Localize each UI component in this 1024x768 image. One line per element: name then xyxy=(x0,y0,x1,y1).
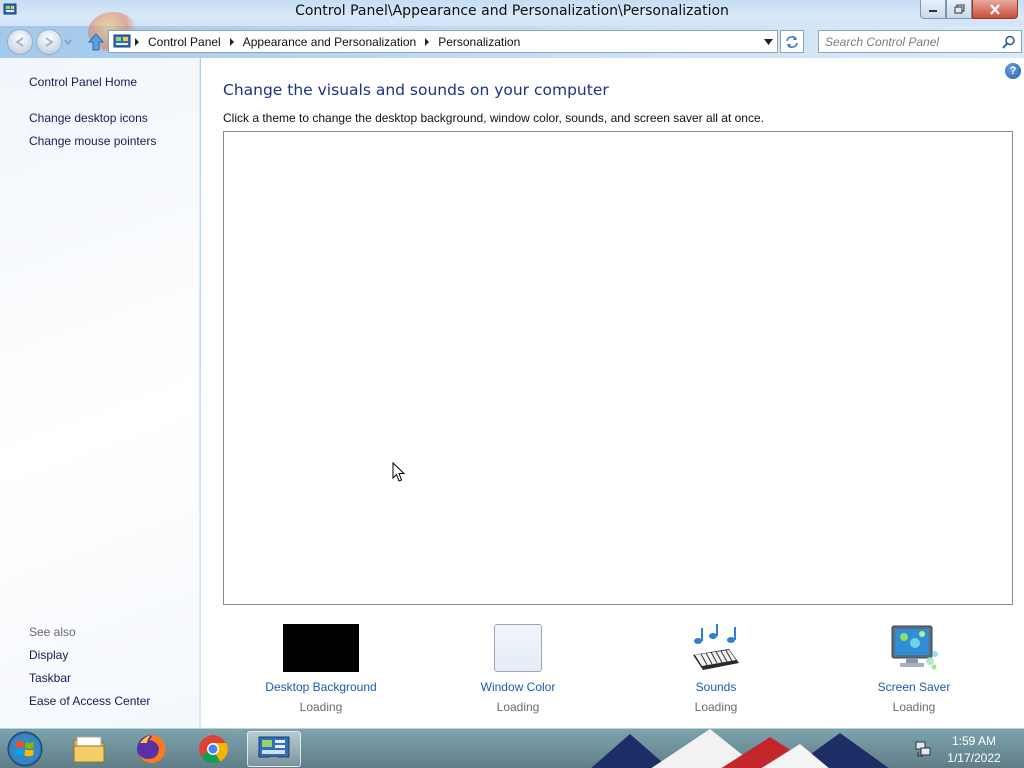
window-color-status: Loading xyxy=(496,700,540,714)
theme-list[interactable] xyxy=(223,131,1013,605)
search-icon[interactable] xyxy=(1002,35,1016,49)
close-icon xyxy=(990,3,1000,15)
search-box[interactable] xyxy=(818,30,1022,53)
breadcrumb-separator-icon[interactable] xyxy=(226,37,238,46)
network-icon[interactable] xyxy=(914,740,932,758)
window-color-link[interactable]: Window Color xyxy=(438,680,598,694)
see-also-label: See also xyxy=(29,625,76,639)
up-arrow-icon xyxy=(88,33,104,51)
start-button[interactable] xyxy=(4,730,46,768)
title-bar: Control Panel\Appearance and Personaliza… xyxy=(0,0,1024,52)
tasks-pane: Control Panel Home Change desktop icons … xyxy=(0,58,200,728)
sounds-tile[interactable]: Sounds Loading xyxy=(636,623,796,714)
control-panel-location-icon xyxy=(113,34,131,47)
page-instruction: Click a theme to change the desktop back… xyxy=(223,111,764,125)
address-history-button[interactable] xyxy=(761,34,775,50)
taskbar-link[interactable]: Taskbar xyxy=(29,671,71,685)
forward-button[interactable] xyxy=(36,29,62,55)
clock-time: 1:59 AM xyxy=(951,734,997,748)
taskbar-control-panel[interactable] xyxy=(247,731,301,767)
desktop-background-link[interactable]: Desktop Background xyxy=(241,680,401,694)
breadcrumb-personalization[interactable]: Personalization xyxy=(433,35,525,49)
screen-saver-tile[interactable]: Screen Saver Loading xyxy=(834,623,994,714)
sounds-status: Loading xyxy=(694,700,738,714)
breadcrumb-appearance-and-personalization[interactable]: Appearance and Personalization xyxy=(238,35,421,49)
windows-logo-icon xyxy=(7,731,43,767)
up-button[interactable] xyxy=(86,32,106,52)
desktop-background-status: Loading xyxy=(299,700,343,714)
window-title: Control Panel\Appearance and Personaliza… xyxy=(295,3,729,19)
close-button[interactable] xyxy=(972,0,1018,19)
help-icon: ? xyxy=(1009,65,1017,77)
help-button[interactable]: ? xyxy=(1005,63,1021,79)
restore-icon xyxy=(954,4,964,14)
wallpaper-peek-graphic xyxy=(591,729,889,768)
back-button[interactable] xyxy=(7,29,33,55)
sounds-link[interactable]: Sounds xyxy=(636,680,796,694)
restore-button[interactable] xyxy=(946,0,972,19)
minimize-icon xyxy=(929,10,937,12)
minimize-button[interactable] xyxy=(920,0,946,19)
search-input[interactable] xyxy=(819,31,997,52)
control-panel-home-link[interactable]: Control Panel Home xyxy=(29,75,137,89)
breadcrumb-separator-icon[interactable] xyxy=(421,37,433,46)
change-desktop-icons-link[interactable]: Change desktop icons xyxy=(29,111,148,125)
system-clock[interactable]: 1:59 AM 1/17/2022 xyxy=(936,733,1012,767)
navigation-bar: Control Panel Appearance and Personaliza… xyxy=(0,26,1024,58)
page-title: Change the visuals and sounds on your co… xyxy=(223,81,609,99)
sounds-icon[interactable] xyxy=(689,623,743,673)
breadcrumb-control-panel[interactable]: Control Panel xyxy=(143,35,226,49)
recent-pages-dropdown-icon[interactable] xyxy=(64,38,72,46)
content-pane: ? Change the visuals and sounds on your … xyxy=(201,58,1024,728)
window-controls xyxy=(920,0,1018,19)
chrome-icon xyxy=(199,735,228,764)
forward-arrow-icon xyxy=(45,37,54,47)
window-color-thumbnail[interactable] xyxy=(494,624,542,672)
chevron-down-icon xyxy=(763,39,773,45)
address-bar[interactable]: Control Panel Appearance and Personaliza… xyxy=(108,30,778,53)
taskbar-file-explorer[interactable] xyxy=(62,731,116,767)
refresh-icon xyxy=(786,35,798,48)
ease-of-access-center-link[interactable]: Ease of Access Center xyxy=(29,694,150,708)
desktop-background-thumbnail[interactable] xyxy=(283,624,359,672)
file-explorer-icon xyxy=(73,736,105,763)
screen-saver-icon[interactable] xyxy=(888,623,940,673)
breadcrumb-separator-icon[interactable] xyxy=(131,37,143,46)
display-link[interactable]: Display xyxy=(29,648,68,662)
change-mouse-pointers-link[interactable]: Change mouse pointers xyxy=(29,134,156,148)
screen-saver-link[interactable]: Screen Saver xyxy=(834,680,994,694)
firefox-icon xyxy=(137,734,166,763)
window-color-tile[interactable]: Window Color Loading xyxy=(438,623,598,714)
screen-saver-status: Loading xyxy=(892,700,936,714)
taskbar-firefox[interactable] xyxy=(124,731,178,767)
control-panel-icon xyxy=(258,736,290,761)
taskbar-chrome[interactable] xyxy=(186,731,240,767)
clock-date: 1/17/2022 xyxy=(947,751,1001,765)
taskbar: 1:59 AM 1/17/2022 xyxy=(0,728,1024,768)
back-arrow-icon xyxy=(15,37,24,47)
mouse-cursor-icon xyxy=(392,462,406,482)
desktop-background-tile[interactable]: Desktop Background Loading xyxy=(241,623,401,714)
refresh-button[interactable] xyxy=(780,30,804,53)
